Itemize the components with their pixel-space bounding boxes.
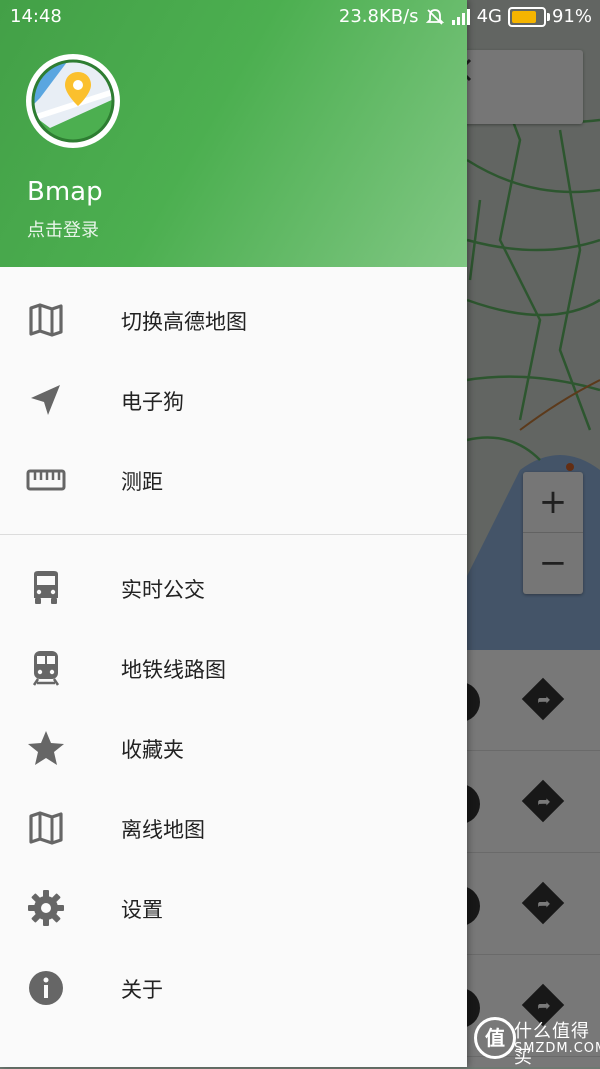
- battery-tip: [546, 12, 550, 21]
- map-icon: [29, 811, 63, 845]
- map-pin-logo-icon: [31, 59, 115, 143]
- menu-item-label: 测距: [121, 470, 163, 494]
- status-bar: 14:48 23.8KB/s 4G 91%: [0, 0, 600, 34]
- watermark-domain: SMZDM.COM: [514, 1041, 600, 1056]
- menu-item-settings[interactable]: 设置: [0, 868, 467, 948]
- menu-divider: [0, 534, 467, 535]
- menu-item-label: 收藏夹: [121, 738, 184, 762]
- menu-item-label: 关于: [121, 978, 163, 1002]
- menu-item-speed-camera[interactable]: 电子狗: [0, 360, 467, 440]
- alarm-off-icon: [425, 8, 444, 25]
- navigation-drawer: Bmap 点击登录 切换高德地图 电子狗 测距 实时公交 地铁线路图 收藏夹 离…: [0, 0, 467, 1067]
- battery-percent: 91%: [551, 6, 592, 27]
- ruler-icon: [26, 469, 66, 491]
- menu-item-subway-map[interactable]: 地铁线路图: [0, 628, 467, 708]
- app-logo-avatar[interactable]: [26, 54, 120, 148]
- menu-item-favorites[interactable]: 收藏夹: [0, 708, 467, 788]
- menu-item-label: 实时公交: [121, 578, 205, 602]
- watermark-logo: 值: [474, 1017, 516, 1059]
- menu-item-realtime-bus[interactable]: 实时公交: [0, 548, 467, 628]
- network-speed: 23.8KB/s: [338, 6, 419, 27]
- app-name: Bmap: [27, 177, 103, 207]
- navigation-icon: [31, 385, 60, 415]
- status-indicators: 23.8KB/s 4G 91%: [339, 6, 592, 27]
- network-type: 4G: [476, 6, 502, 27]
- battery-level: [511, 10, 536, 23]
- menu-item-about[interactable]: 关于: [0, 948, 467, 1028]
- menu-item-measure-distance[interactable]: 测距: [0, 440, 467, 520]
- battery-icon: [507, 6, 550, 27]
- drawer-header[interactable]: Bmap 点击登录: [0, 0, 467, 267]
- signal-icon: [451, 8, 470, 25]
- menu-item-label: 离线地图: [121, 818, 205, 842]
- menu-item-offline-map[interactable]: 离线地图: [0, 788, 467, 868]
- menu-item-switch-amap[interactable]: 切换高德地图: [0, 280, 467, 360]
- login-link[interactable]: 点击登录: [27, 216, 99, 242]
- status-time: 14:48: [10, 6, 62, 27]
- map-icon: [29, 303, 63, 337]
- menu-item-label: 电子狗: [121, 390, 184, 414]
- bus-icon: [34, 571, 58, 604]
- info-icon: [29, 971, 63, 1005]
- menu-item-label: 切换高德地图: [121, 310, 247, 334]
- gear-icon: [28, 890, 64, 926]
- menu-item-label: 地铁线路图: [121, 658, 226, 682]
- menu-item-label: 设置: [121, 898, 163, 922]
- star-icon: [28, 731, 64, 765]
- subway-icon: [32, 651, 60, 686]
- watermark: 值 什么值得买 SMZDM.COM: [470, 1015, 600, 1068]
